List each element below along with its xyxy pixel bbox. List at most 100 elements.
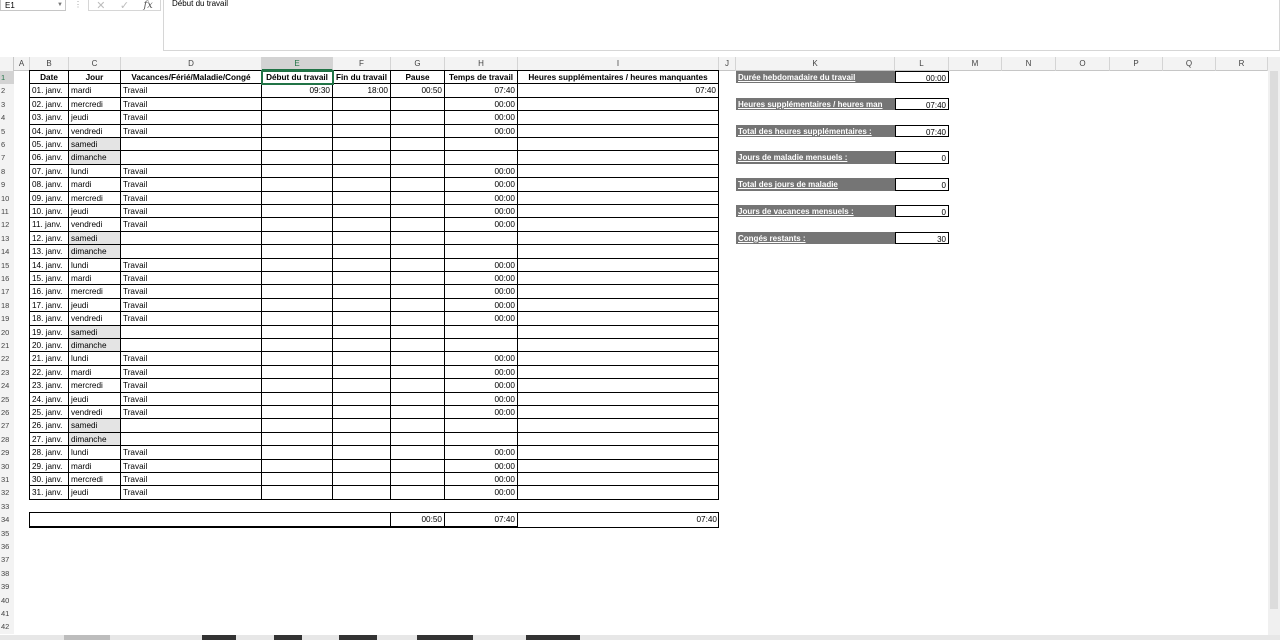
cell-date[interactable]: 30. janv. (30, 473, 69, 487)
cell-debut[interactable] (262, 191, 333, 205)
cell-temps[interactable]: 00:00 (445, 191, 518, 205)
cell-temps[interactable] (445, 339, 518, 353)
cell-heures[interactable] (518, 205, 719, 219)
cell-type[interactable] (121, 151, 262, 165)
sheet-tab[interactable] (417, 635, 473, 640)
row-header[interactable]: 21 (0, 339, 14, 353)
cell-type[interactable]: Travail (121, 392, 262, 406)
cell-heures[interactable] (518, 312, 719, 326)
cell-temps[interactable] (445, 245, 518, 259)
total-pause[interactable]: 00:50 (391, 513, 445, 527)
cell-fin[interactable] (333, 352, 391, 366)
cell-pause[interactable] (391, 459, 445, 473)
cell-jour[interactable]: jeudi (69, 205, 121, 219)
cell-jour[interactable]: lundi (69, 446, 121, 460)
cell-debut[interactable] (262, 151, 333, 165)
cell-date[interactable]: 20. janv. (30, 339, 69, 353)
cell-temps[interactable]: 00:00 (445, 218, 518, 232)
cell-jour[interactable]: samedi (69, 325, 121, 339)
cell-date[interactable]: 19. janv. (30, 325, 69, 339)
cell-temps[interactable]: 00:00 (445, 312, 518, 326)
cell-temps[interactable]: 00:00 (445, 205, 518, 219)
cell-jour[interactable]: jeudi (69, 298, 121, 313)
row-header[interactable]: 22 (0, 352, 14, 366)
cell-debut[interactable] (262, 339, 333, 353)
cell-fin[interactable] (333, 339, 391, 353)
cell-fin[interactable] (333, 325, 391, 339)
header-type[interactable]: Vacances/Férié/Maladie/Congé (121, 71, 262, 85)
cell-jour[interactable]: jeudi (69, 111, 121, 125)
cell-debut[interactable] (262, 97, 333, 112)
cell-temps[interactable]: 00:00 (445, 178, 518, 192)
cell-debut[interactable] (262, 111, 333, 125)
cell-pause[interactable] (391, 325, 445, 339)
column-header-n[interactable]: N (1002, 57, 1056, 71)
cell-pause[interactable] (391, 111, 445, 125)
cell-temps[interactable]: 00:00 (445, 352, 518, 366)
cell-temps[interactable] (445, 151, 518, 165)
cell-jour[interactable]: lundi (69, 258, 121, 272)
cell-debut[interactable] (262, 272, 333, 286)
row-header[interactable]: 28 (0, 432, 14, 447)
cell-date[interactable]: 12. janv. (30, 231, 69, 246)
cell-jour[interactable]: mercredi (69, 285, 121, 299)
row-header[interactable]: 17 (0, 285, 14, 299)
cell-pause[interactable] (391, 379, 445, 393)
cell-fin[interactable] (333, 285, 391, 299)
cell-date[interactable]: 06. janv. (30, 151, 69, 165)
cell-type[interactable]: Travail (121, 84, 262, 98)
cell-heures[interactable]: 07:40 (518, 84, 719, 98)
cell-type[interactable]: Travail (121, 312, 262, 326)
column-header-r[interactable]: R (1216, 57, 1268, 71)
cell-debut[interactable] (262, 164, 333, 179)
cell-pause[interactable] (391, 191, 445, 205)
row-header[interactable]: 14 (0, 245, 14, 259)
cell-pause[interactable] (391, 178, 445, 192)
header-pause[interactable]: Pause (391, 71, 445, 85)
cell-temps[interactable]: 00:00 (445, 379, 518, 393)
row-header[interactable]: 8 (0, 164, 14, 179)
summary-value[interactable]: 0 (895, 205, 949, 218)
summary-label[interactable]: Congés restants : (736, 231, 895, 245)
cell-heures[interactable] (518, 151, 719, 165)
cell-temps[interactable]: 00:00 (445, 285, 518, 299)
cell-date[interactable]: 22. janv. (30, 365, 69, 380)
row-header[interactable]: 42 (0, 620, 14, 634)
cell-debut[interactable] (262, 379, 333, 393)
cell-temps[interactable]: 00:00 (445, 473, 518, 487)
formula-input[interactable]: Début du travail (163, 0, 1280, 51)
cancel-icon[interactable]: ✕ (96, 0, 105, 12)
cell-heures[interactable] (518, 164, 719, 179)
total-temps[interactable]: 07:40 (445, 513, 518, 527)
row-header[interactable]: 12 (0, 218, 14, 232)
header-temps[interactable]: Temps de travail (445, 71, 518, 85)
summary-label[interactable]: Jours de maladie mensuels : (736, 151, 895, 164)
cell-temps[interactable]: 07:40 (445, 84, 518, 98)
cell-debut[interactable]: 09:30 (262, 84, 333, 98)
cell-type[interactable]: Travail (121, 446, 262, 460)
cell-temps[interactable] (445, 419, 518, 433)
cell-fin[interactable] (333, 245, 391, 259)
cell-type[interactable]: Travail (121, 258, 262, 272)
cell-fin[interactable] (333, 97, 391, 112)
row-header[interactable]: 25 (0, 392, 14, 406)
cell-pause[interactable] (391, 352, 445, 366)
cell-jour[interactable]: mardi (69, 84, 121, 98)
summary-value[interactable]: 07:40 (895, 97, 949, 111)
cell-pause[interactable] (391, 218, 445, 232)
column-header-m[interactable]: M (949, 57, 1002, 71)
cell-type[interactable]: Travail (121, 178, 262, 192)
cell-debut[interactable] (262, 446, 333, 460)
row-header[interactable]: 18 (0, 298, 14, 313)
row-header[interactable]: 40 (0, 593, 14, 607)
summary-label[interactable]: Durée hebdomadaire du travail (736, 71, 895, 84)
cell-temps[interactable]: 00:00 (445, 365, 518, 380)
sheet-tab[interactable] (526, 635, 580, 640)
cell-type[interactable]: Travail (121, 459, 262, 473)
cell-date[interactable]: 21. janv. (30, 352, 69, 366)
cell-heures[interactable] (518, 231, 719, 246)
cell-debut[interactable] (262, 138, 333, 152)
sheet-tab[interactable] (64, 635, 110, 640)
cell-debut[interactable] (262, 419, 333, 433)
cell-temps[interactable] (445, 231, 518, 246)
